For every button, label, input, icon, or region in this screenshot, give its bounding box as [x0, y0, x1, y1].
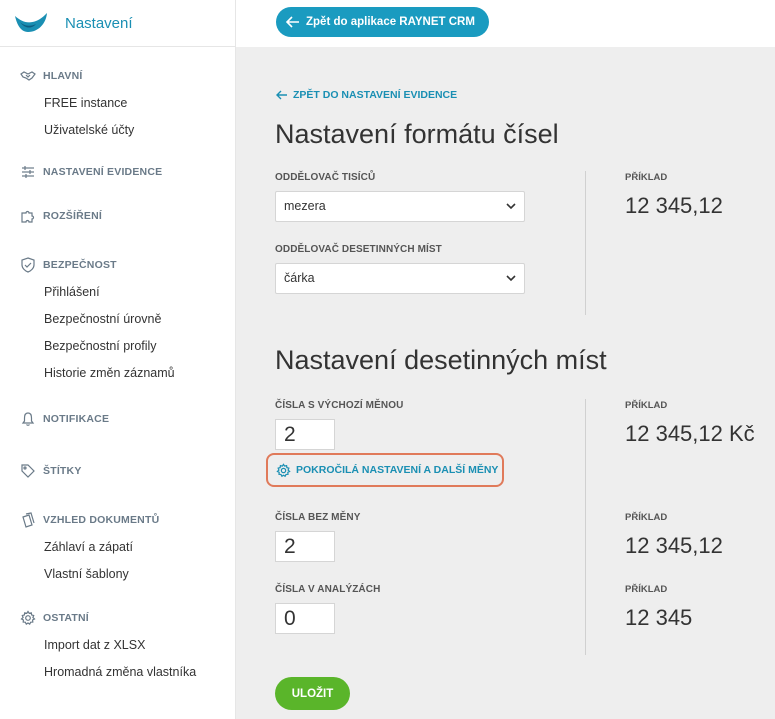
section-notifications: NOTIFIKACE: [0, 411, 235, 427]
section-label-other[interactable]: OSTATNÍ: [43, 612, 89, 624]
decimals-title: Nastavení desetinných míst: [275, 345, 607, 375]
section-tags: ŠTÍTKY: [0, 463, 235, 479]
example-label: PŘÍKLAD: [625, 584, 668, 595]
advanced-settings-link[interactable]: POKROČILÁ NASTAVENÍ A DALŠÍ MĚNY: [266, 453, 504, 487]
chevron-down-icon: [506, 203, 516, 210]
decimal-separator-select[interactable]: čárka: [275, 263, 525, 294]
handshake-icon: [19, 68, 36, 84]
sidebar-item-import-xlsx[interactable]: Import dat z XLSX: [0, 632, 235, 659]
section-other: OSTATNÍ Import dat z XLSX Hromadná změna…: [0, 610, 235, 686]
shield-check-icon: [19, 257, 36, 273]
tag-icon: [19, 463, 36, 479]
save-button[interactable]: ULOŽIT: [275, 677, 350, 710]
arrow-left-icon: [286, 16, 299, 28]
analytics-decimals-input[interactable]: 0: [275, 603, 335, 634]
sidebar-header: Nastavení: [0, 0, 235, 47]
section-label-tags[interactable]: ŠTÍTKY: [43, 465, 82, 477]
sidebar-item-header-footer[interactable]: Záhlaví a zápatí: [0, 534, 235, 561]
sidebar: Nastavení HLAVNÍ FREE instance Uživatels…: [0, 0, 236, 719]
sidebar-item-security-profiles[interactable]: Bezpečnostní profily: [0, 333, 235, 360]
sidebar-item-bulk-owner-change[interactable]: Hromadná změna vlastníka: [0, 659, 235, 686]
back-to-evidence-label: ZPĚT DO NASTAVENÍ EVIDENCE: [293, 89, 458, 101]
sidebar-item-record-history[interactable]: Historie změn záznamů: [0, 360, 235, 387]
sidebar-item-user-accounts[interactable]: Uživatelské účty: [0, 117, 235, 144]
default-currency-decimals-input[interactable]: 2: [275, 419, 335, 450]
section-label-notifications[interactable]: NOTIFIKACE: [43, 413, 109, 425]
topbar: Zpět do aplikace RAYNET CRM: [236, 0, 775, 47]
no-currency-label: ČÍSLA BEZ MĚNY: [275, 512, 361, 523]
thousands-separator-value: mezera: [284, 199, 326, 213]
section-label-document-look[interactable]: VZHLED DOKUMENTŮ: [43, 514, 159, 526]
divider: [585, 399, 586, 655]
default-currency-label: ČÍSLA S VÝCHOZÍ MĚNOU: [275, 400, 404, 411]
example-label: PŘÍKLAD: [625, 512, 668, 523]
back-to-app-label: Zpět do aplikace RAYNET CRM: [306, 16, 475, 28]
section-label-main[interactable]: HLAVNÍ: [43, 70, 83, 82]
puzzle-icon: [19, 208, 36, 224]
advanced-settings-label: POKROČILÁ NASTAVENÍ A DALŠÍ MĚNY: [296, 464, 499, 476]
back-to-app-button[interactable]: Zpět do aplikace RAYNET CRM: [276, 7, 489, 37]
sidebar-item-security-levels[interactable]: Bezpečnostní úrovně: [0, 306, 235, 333]
sidebar-item-login[interactable]: Přihlášení: [0, 279, 235, 306]
bell-icon: [19, 411, 36, 427]
section-main: HLAVNÍ FREE instance Uživatelské účty: [0, 68, 235, 144]
analytics-example: 12 345: [625, 605, 693, 630]
sidebar-item-free-instance[interactable]: FREE instance: [0, 90, 235, 117]
no-currency-example: 12 345,12: [625, 533, 723, 558]
section-document-look: VZHLED DOKUMENTŮ Záhlaví a zápatí Vlastn…: [0, 512, 235, 588]
thousands-separator-select[interactable]: mezera: [275, 191, 525, 222]
example-label: PŘÍKLAD: [625, 172, 668, 183]
raynet-logo: [15, 13, 47, 32]
section-label-extensions[interactable]: ROZŠÍŘENÍ: [43, 210, 102, 222]
decimal-separator-value: čárka: [284, 271, 315, 285]
section-evidence: NASTAVENÍ EVIDENCE: [0, 164, 235, 180]
default-currency-example: 12 345,12 Kč: [625, 421, 755, 446]
number-format-title: Nastavení formátu čísel: [275, 119, 559, 149]
sidebar-item-custom-templates[interactable]: Vlastní šablony: [0, 561, 235, 588]
sidebar-title: Nastavení: [65, 14, 133, 32]
arrow-left-icon: [276, 90, 287, 100]
back-to-evidence-link[interactable]: ZPĚT DO NASTAVENÍ EVIDENCE: [276, 89, 457, 101]
section-extensions: ROZŠÍŘENÍ: [0, 208, 235, 224]
chevron-down-icon: [506, 275, 516, 282]
analytics-label: ČÍSLA V ANALÝZÁCH: [275, 584, 381, 595]
decimal-separator-label: ODDĚLOVAČ DESETINNÝCH MÍST: [275, 244, 442, 255]
gear-icon: [276, 462, 291, 477]
no-currency-decimals-input[interactable]: 2: [275, 531, 335, 562]
thousands-separator-label: ODDĚLOVAČ TISÍCŮ: [275, 172, 376, 183]
number-format-example: 12 345,12: [625, 193, 723, 218]
example-label: PŘÍKLAD: [625, 400, 668, 411]
divider: [585, 171, 586, 315]
gear-icon: [19, 610, 36, 626]
section-label-evidence[interactable]: NASTAVENÍ EVIDENCE: [43, 166, 162, 178]
section-label-security[interactable]: BEZPEČNOST: [43, 259, 117, 271]
section-security: BEZPEČNOST Přihlášení Bezpečnostní úrovn…: [0, 257, 235, 387]
sliders-icon: [19, 164, 36, 180]
main-content: ZPĚT DO NASTAVENÍ EVIDENCE Nastavení for…: [236, 47, 775, 719]
documents-icon: [19, 512, 36, 528]
